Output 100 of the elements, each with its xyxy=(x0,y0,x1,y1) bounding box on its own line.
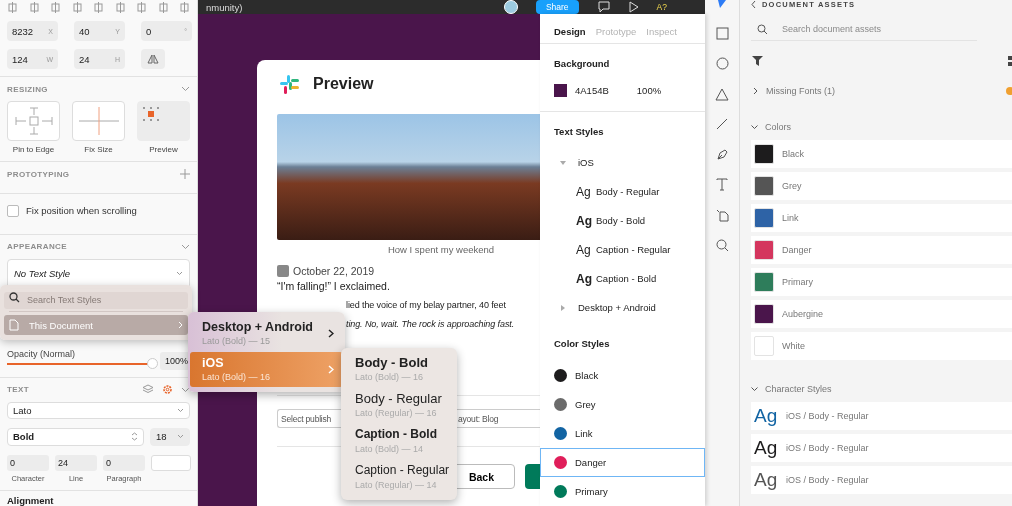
chevron-icon xyxy=(177,434,184,440)
grid-view-icon[interactable] xyxy=(1008,56,1012,66)
logo-icon xyxy=(280,74,299,94)
style-group[interactable]: Desktop + Android xyxy=(578,302,656,313)
font-select[interactable]: Lato xyxy=(7,401,190,419)
spacing-field[interactable]: 0 xyxy=(103,454,145,471)
text-style-item[interactable]: Ag Body - Regular xyxy=(554,177,691,206)
artboard-tool-icon[interactable] xyxy=(715,208,729,222)
spacing-field[interactable]: 24 xyxy=(55,454,97,471)
character-style-asset[interactable]: Ag iOS / Body - Regular xyxy=(751,402,1012,430)
color-asset[interactable]: Danger xyxy=(751,236,1012,264)
file-title[interactable]: nmunity) xyxy=(206,1,243,13)
flip-horizontal-button[interactable] xyxy=(141,49,165,70)
color-well[interactable] xyxy=(151,454,191,471)
weight-select[interactable]: Bold xyxy=(7,427,144,446)
color-swatch[interactable] xyxy=(554,84,567,97)
align-icon[interactable] xyxy=(157,2,169,14)
text-style-item[interactable]: Ag Caption - Regular xyxy=(554,235,691,264)
resizing-tile[interactable] xyxy=(72,101,125,142)
menu-item[interactable]: Desktop + Android Lato (Bold) — 15 xyxy=(190,316,343,351)
checkbox[interactable] xyxy=(7,204,19,217)
chevron-icon xyxy=(328,329,334,338)
back-icon[interactable] xyxy=(751,0,756,8)
search-field[interactable]: Search Text Styles xyxy=(4,291,188,309)
align-icon[interactable] xyxy=(93,2,104,14)
chevron-icon xyxy=(177,407,184,413)
align-icon[interactable] xyxy=(7,2,18,14)
photo-caption: How I spent my weekend xyxy=(387,244,495,255)
search-icon xyxy=(757,23,768,35)
section-title[interactable]: Character Styles xyxy=(765,384,832,394)
zoom-label[interactable]: A? xyxy=(656,2,667,12)
align-icon[interactable] xyxy=(50,2,61,14)
character-style-asset[interactable]: Ag iOS / Body - Regular xyxy=(751,434,1012,462)
opacity-field[interactable]: 100% xyxy=(160,351,190,370)
opacity-label: Opacity (Normal) xyxy=(7,348,76,359)
style-group[interactable]: iOS xyxy=(578,157,594,168)
layers-icon[interactable] xyxy=(142,384,154,396)
tile-label: Fix Size xyxy=(84,145,113,155)
text-tool-icon[interactable] xyxy=(716,178,728,191)
disclosure-icon[interactable] xyxy=(753,87,758,95)
settings-icon[interactable] xyxy=(162,384,173,396)
hex-value[interactable]: 4A154B xyxy=(575,85,609,96)
section-title: PROTOTYPING xyxy=(7,169,70,179)
line-tool-icon[interactable] xyxy=(716,118,728,130)
plus-icon[interactable] xyxy=(180,169,190,180)
search-icon[interactable] xyxy=(715,239,729,252)
size-select[interactable]: 18 xyxy=(150,427,190,446)
align-icon[interactable] xyxy=(114,2,126,14)
body-text: ting. No, wait. The rock is approaching fast. xyxy=(346,318,516,331)
chevron-icon[interactable] xyxy=(181,86,190,93)
disclosure-icon[interactable] xyxy=(750,386,759,392)
color-asset[interactable]: Aubergine xyxy=(751,300,1012,328)
align-icon[interactable] xyxy=(136,2,147,14)
text-style-item[interactable]: Ag Body - Bold xyxy=(554,206,691,235)
triangle-tool-icon[interactable] xyxy=(715,87,729,101)
checkbox-label: Fix position when scrolling xyxy=(26,205,137,217)
comment-icon[interactable] xyxy=(596,1,611,13)
select-tool-icon[interactable] xyxy=(717,0,727,9)
section-title: Background xyxy=(554,58,611,70)
section-title[interactable]: Colors xyxy=(765,122,791,132)
color-style-item[interactable]: Black xyxy=(540,361,705,390)
search-field[interactable]: Search document assets xyxy=(782,24,932,34)
document-icon xyxy=(9,319,19,331)
text-style-item[interactable]: Ag Caption - Bold xyxy=(554,264,691,293)
align-icon[interactable] xyxy=(179,2,190,14)
pin-edges-icon xyxy=(13,106,54,137)
chevron-icon[interactable] xyxy=(181,243,190,250)
flip-icon xyxy=(147,54,159,65)
avatar-placeholder xyxy=(277,265,289,277)
resizing-tile[interactable] xyxy=(137,101,190,142)
color-style-item[interactable]: Grey xyxy=(540,390,705,419)
opacity-value[interactable]: 100% xyxy=(636,85,662,96)
color-style-item[interactable]: Link xyxy=(540,419,705,448)
color-asset[interactable]: Primary xyxy=(751,268,1012,296)
play-icon[interactable] xyxy=(628,1,639,13)
color-style-item[interactable]: Danger xyxy=(540,448,705,477)
resizing-tile[interactable] xyxy=(7,101,60,142)
body-text: lied the voice of my belay partner, 40 feet xyxy=(346,299,507,312)
align-icon[interactable] xyxy=(28,2,40,14)
panel-tab[interactable]: Design xyxy=(554,26,586,37)
tile-label: Pin to Edge xyxy=(12,145,55,155)
color-asset[interactable]: Link xyxy=(751,204,1012,232)
color-asset[interactable]: Grey xyxy=(751,172,1012,200)
filter-icon[interactable] xyxy=(752,56,763,66)
color-asset[interactable]: Black xyxy=(751,140,1012,168)
color-asset[interactable]: White xyxy=(751,332,1012,360)
color-style-item[interactable]: Primary xyxy=(540,477,705,506)
menu-item[interactable]: Caption - Bold Lato (Bold) — 14 xyxy=(355,426,457,460)
disclosure-icon[interactable] xyxy=(750,124,759,130)
pen-tool-icon[interactable] xyxy=(715,147,729,161)
align-icon[interactable] xyxy=(71,2,83,14)
ellipse-tool-icon[interactable] xyxy=(715,57,729,70)
avatar-icon[interactable] xyxy=(503,0,518,14)
character-style-asset[interactable]: Ag iOS / Body - Regular xyxy=(751,466,1012,494)
menu-item[interactable]: Body - Regular Lato (Regular) — 16 xyxy=(355,390,457,424)
missing-fonts-item[interactable]: Missing Fonts (1) xyxy=(766,86,998,96)
rectangle-tool-icon[interactable] xyxy=(715,26,729,40)
menu-item[interactable]: Body - Bold Lato (Bold) — 16 xyxy=(355,354,457,388)
spacing-field[interactable]: 0 xyxy=(7,454,49,471)
chevron-icon xyxy=(178,321,183,329)
